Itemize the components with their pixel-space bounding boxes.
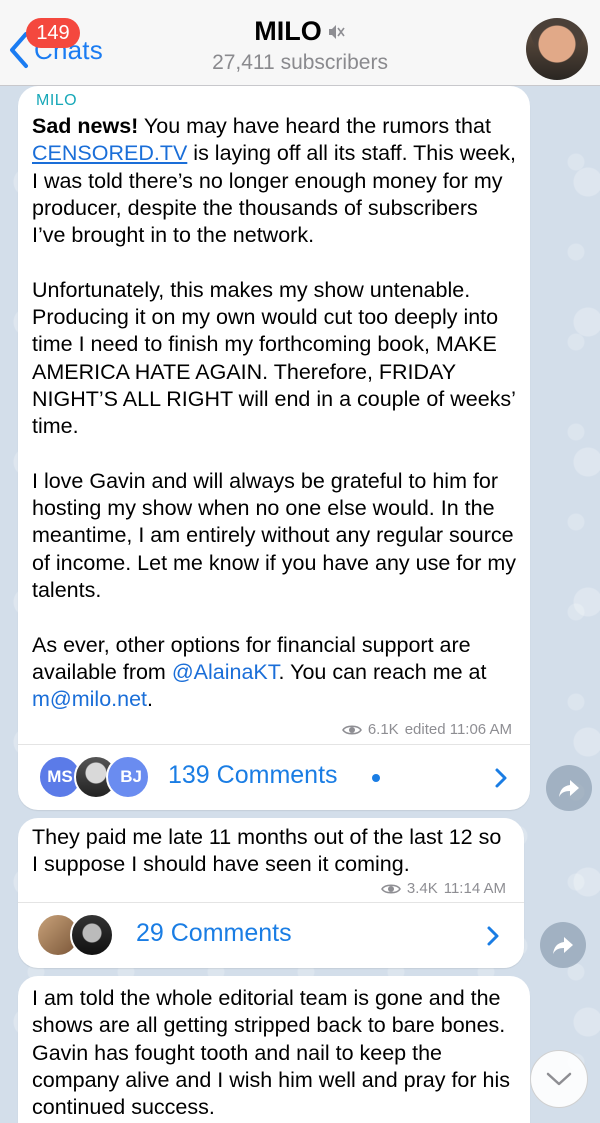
censored-tv-link[interactable]: CENSORED.TV: [32, 141, 187, 165]
share-icon: [553, 937, 573, 954]
unread-badge: 149: [26, 18, 80, 48]
muted-icon: [328, 24, 345, 39]
post-text-segment: .: [147, 687, 154, 712]
post-lead: Sad news!: [32, 114, 139, 138]
channel-post: I am told the whole editorial team is go…: [18, 976, 530, 1123]
commenter-avatar: BJ: [106, 755, 150, 799]
post-text: Sad news! You may have heard the rumors …: [18, 113, 530, 714]
commenter-avatar: [70, 913, 114, 957]
post-paragraph-2: Unfortunately, this makes my show untena…: [32, 277, 516, 439]
view-count: 6.1K: [367, 721, 399, 738]
post-text: I am told the whole editorial team is go…: [32, 986, 510, 1120]
post-text: They paid me late 11 months out of the l…: [32, 825, 502, 877]
channel-title: MILO: [254, 16, 322, 46]
scroll-down-button[interactable]: [530, 1050, 588, 1108]
chat-header: Chats 149 MILO 27,411 subscribers: [0, 0, 600, 86]
subscriber-count: 27,411 subscribers: [212, 51, 388, 74]
post-text-segment: You may have heard the rumors that: [138, 114, 491, 138]
post-meta: 3.4K 11:14 AM: [380, 880, 506, 897]
post-time: edited 11:06 AM: [404, 721, 512, 738]
chevron-right-icon: [495, 768, 507, 788]
chevron-right-icon: [487, 926, 499, 946]
channel-post: They paid me late 11 months out of the l…: [18, 818, 524, 968]
share-icon: [559, 780, 579, 797]
views-icon: [380, 883, 401, 894]
channel-post: MILO Sad news! You may have heard the ru…: [18, 86, 530, 810]
comments-button[interactable]: 29 Comments: [18, 902, 524, 968]
unread-dot: [372, 774, 380, 782]
post-meta: 6.1K edited 11:06 AM: [341, 721, 512, 738]
share-button[interactable]: [540, 922, 586, 968]
mention-link[interactable]: @AlainaKT: [172, 660, 279, 684]
email-link[interactable]: m@milo.net: [32, 687, 147, 711]
post-sender: MILO: [36, 92, 78, 109]
post-text-segment: . You can reach me at: [278, 659, 487, 684]
views-icon: [341, 724, 362, 735]
comments-count-label: 29 Comments: [136, 919, 292, 947]
view-count: 3.4K: [406, 880, 438, 897]
comments-button[interactable]: MS BJ 139 Comments: [18, 744, 530, 810]
comments-count-label: 139 Comments: [168, 761, 338, 789]
share-button[interactable]: [546, 765, 592, 811]
channel-title-block[interactable]: MILO 27,411 subscribers: [160, 16, 440, 75]
post-time: 11:14 AM: [443, 880, 506, 897]
post-paragraph-3: I love Gavin and will always be grateful…: [32, 468, 516, 603]
chevron-down-icon: [546, 1072, 572, 1086]
channel-avatar[interactable]: [526, 18, 588, 80]
